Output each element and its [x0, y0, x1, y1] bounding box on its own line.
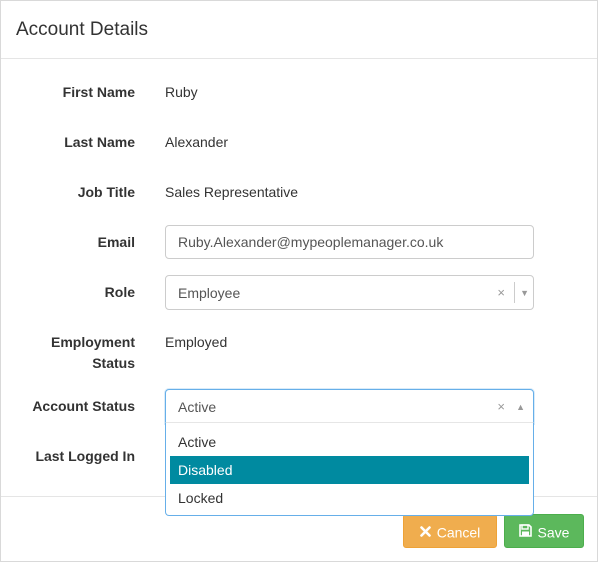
first-name-label: First Name [62, 84, 135, 100]
close-icon [419, 516, 431, 548]
account-status-chevron-up-icon[interactable]: ▲ [516, 398, 525, 416]
first-name-value: Ruby [165, 84, 198, 100]
cancel-button[interactable]: Cancel [403, 514, 497, 548]
last-name-value: Alexander [165, 134, 229, 150]
email-field[interactable]: Ruby.Alexander@mypeoplemanager.co.uk [165, 225, 534, 259]
employment-status-value: Employed [165, 334, 228, 350]
account-status-label: Account Status [32, 398, 135, 414]
email-label: Email [97, 234, 135, 250]
account-status-select[interactable]: Active × ▲ [165, 389, 534, 424]
job-title-label: Job Title [77, 184, 135, 200]
account-status-dropdown-menu: Active Disabled Locked [165, 422, 534, 516]
account-details-modal: Account Details First Name Ruby Last Nam… [0, 0, 598, 562]
role-select[interactable]: Employee × ▼ [165, 275, 534, 310]
save-icon [518, 516, 532, 548]
account-status-option-locked[interactable]: Locked [170, 484, 529, 512]
role-divider [514, 282, 515, 303]
last-logged-in-label: Last Logged In [35, 448, 135, 464]
role-chevron-down-icon[interactable]: ▼ [520, 284, 529, 302]
modal-header: Account Details [1, 1, 597, 59]
last-name-label: Last Name [64, 134, 135, 150]
account-status-option-disabled[interactable]: Disabled [170, 456, 529, 484]
cancel-button-label: Cancel [436, 524, 481, 541]
account-status-option-active[interactable]: Active [170, 428, 529, 456]
account-status-clear-icon[interactable]: × [497, 398, 505, 416]
employment-status-label-line1: Employment [50, 334, 135, 350]
save-button[interactable]: Save [504, 514, 584, 548]
role-selected-value: Employee [178, 285, 241, 301]
modal-title: Account Details [16, 19, 149, 40]
job-title-value: Sales Representative [165, 184, 299, 200]
role-label: Role [104, 284, 135, 300]
save-button-label: Save [537, 524, 570, 541]
employment-status-label-line2: Status [92, 355, 135, 371]
role-clear-icon[interactable]: × [497, 284, 505, 302]
account-status-selected-value: Active [178, 399, 217, 415]
